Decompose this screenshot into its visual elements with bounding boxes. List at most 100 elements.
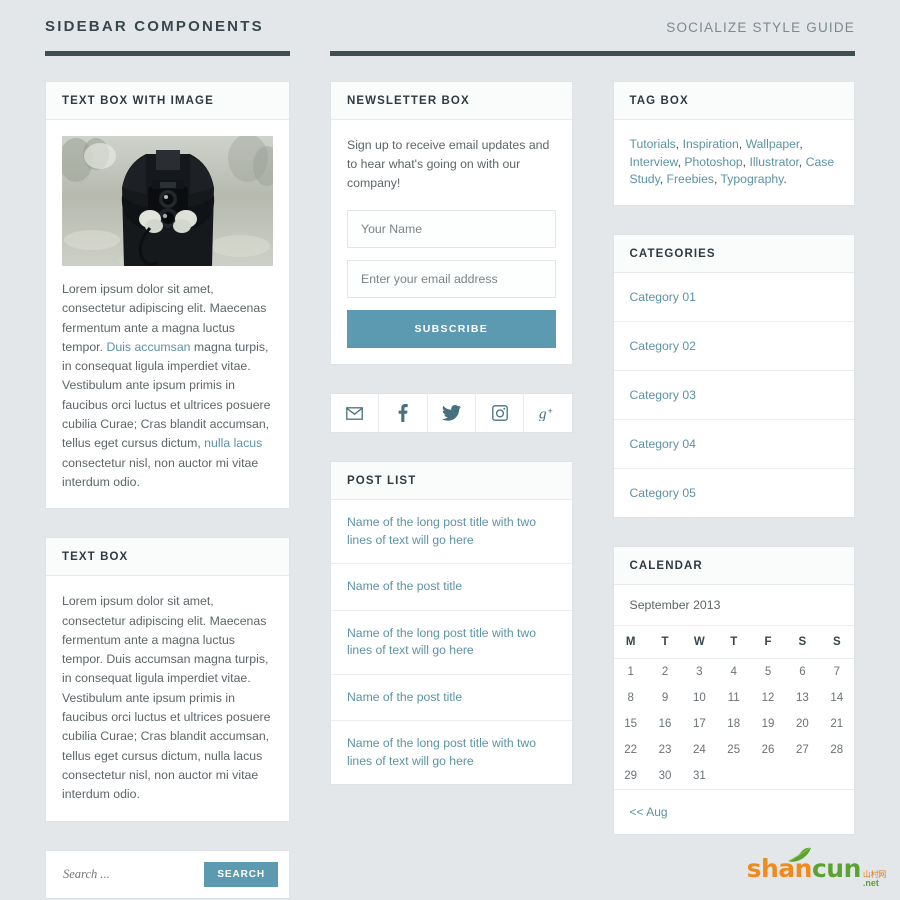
card-header: TAG BOX xyxy=(613,82,854,120)
calendar-day[interactable]: 18 xyxy=(717,711,751,737)
list-item: Category 02 xyxy=(613,322,854,371)
calendar-day[interactable]: 21 xyxy=(820,711,854,737)
category-link[interactable]: Category 04 xyxy=(630,437,696,451)
calendar-day[interactable]: 3 xyxy=(682,658,716,685)
calendar-day[interactable]: 29 xyxy=(614,763,648,789)
newsletter-description: Sign up to receive email updates and to … xyxy=(347,138,550,190)
calendar-day[interactable]: 1 xyxy=(614,658,648,685)
weekday-header: W xyxy=(682,625,717,659)
calendar-day[interactable]: 12 xyxy=(751,685,785,711)
calendar-day[interactable]: 15 xyxy=(614,711,648,737)
calendar-day-empty xyxy=(820,763,854,789)
calendar-day[interactable]: 22 xyxy=(614,737,648,763)
calendar-table: M T W T F S S 1 2 3 4 5 6 7 8 9 10 11 12… xyxy=(613,625,855,789)
calendar-day[interactable]: 13 xyxy=(785,685,819,711)
search-input[interactable] xyxy=(57,865,205,883)
card-title: TEXT BOX xyxy=(62,551,129,564)
social-link-google-plus[interactable]: g + xyxy=(524,394,571,432)
social-link-email[interactable] xyxy=(331,394,380,432)
tag-link[interactable]: Illustrator xyxy=(749,155,798,169)
calendar-day[interactable]: 23 xyxy=(648,737,682,763)
calendar-day[interactable]: 26 xyxy=(751,737,785,763)
calendar-day[interactable]: 27 xyxy=(785,737,819,763)
page-root: SIDEBAR COMPONENTS SOCIALIZE STYLE GUIDE… xyxy=(0,0,900,900)
card-header: TEXT BOX xyxy=(46,538,289,577)
card-categories: CATEGORIES Category 01 Category 02 Categ… xyxy=(612,233,855,518)
category-link[interactable]: Category 02 xyxy=(630,339,696,353)
calendar-day[interactable]: 19 xyxy=(751,711,785,737)
calendar-day[interactable]: 16 xyxy=(648,711,682,737)
card-title: TEXT BOX WITH IMAGE xyxy=(62,95,214,107)
page-title: SIDEBAR COMPONENTS xyxy=(45,18,264,35)
google-plus-icon: g + xyxy=(539,406,557,421)
weekday-header: T xyxy=(647,625,683,659)
list-item: Name of the post title xyxy=(331,564,572,611)
calendar-day[interactable]: 11 xyxy=(717,685,751,711)
card-body: Lorem ipsum dolor sit amet, consectetur … xyxy=(46,576,289,820)
post-link[interactable]: Name of the long post title with two lin… xyxy=(347,514,556,549)
calendar-day[interactable]: 20 xyxy=(785,711,819,737)
paragraph-part-2: magna turpis, in consequat ligula imperd… xyxy=(62,339,271,451)
category-link[interactable]: Category 01 xyxy=(630,290,696,304)
social-link-facebook[interactable] xyxy=(379,394,428,432)
tag-link[interactable]: Photoshop xyxy=(684,155,742,169)
category-link[interactable]: Category 05 xyxy=(630,486,696,500)
calendar-day[interactable]: 17 xyxy=(682,711,716,737)
tag-cloud: Tutorials, Inspiration, Wallpaper, Inter… xyxy=(629,137,835,186)
calendar-prev-month-link[interactable]: << Aug xyxy=(630,805,668,819)
calendar-week-row: 22 23 24 25 26 27 28 xyxy=(614,737,855,763)
calendar-day[interactable]: 2 xyxy=(648,658,682,685)
card-body: Lorem ipsum dolor sit amet, consectetur … xyxy=(46,120,289,508)
tag-link[interactable]: Tutorials xyxy=(630,137,676,151)
calendar-day[interactable]: 30 xyxy=(648,763,682,789)
header-rule-gap xyxy=(290,51,330,56)
post-link[interactable]: Name of the post title xyxy=(347,689,556,707)
newsletter-name-input[interactable] xyxy=(347,210,556,248)
social-link-instagram[interactable] xyxy=(476,394,525,432)
inline-link-duis-accumsan[interactable]: Duis accumsan xyxy=(106,340,190,354)
card-title: CATEGORIES xyxy=(629,247,716,260)
calendar-day[interactable]: 8 xyxy=(614,685,648,711)
social-link-twitter[interactable] xyxy=(428,394,476,432)
email-icon xyxy=(346,406,363,420)
post-link[interactable]: Name of the long post title with two lin… xyxy=(347,625,556,660)
post-link[interactable]: Name of the long post title with two lin… xyxy=(347,735,556,770)
calendar-day-empty xyxy=(717,763,751,789)
card-header: CATEGORIES xyxy=(613,234,854,273)
calendar-day[interactable]: 24 xyxy=(682,737,716,763)
text-box-paragraph: Lorem ipsum dolor sit amet, consectetur … xyxy=(62,594,271,802)
calendar-day[interactable]: 9 xyxy=(648,685,682,711)
column-left: TEXT BOX WITH IMAGE Lorem ipsum dolor si… xyxy=(45,81,290,899)
calendar-day[interactable]: 31 xyxy=(682,763,716,789)
tag-link[interactable]: Interview xyxy=(630,155,678,169)
twitter-icon xyxy=(441,405,461,421)
calendar-day[interactable]: 5 xyxy=(751,658,785,685)
svg-text:+: + xyxy=(547,406,552,416)
calendar-day[interactable]: 28 xyxy=(820,737,854,763)
inline-link-nulla-lacus[interactable]: nulla lacus xyxy=(204,436,262,450)
tag-link[interactable]: Inspiration xyxy=(683,137,739,151)
subscribe-button[interactable]: SUBSCRIBE xyxy=(347,310,556,348)
calendar-day[interactable]: 10 xyxy=(682,685,716,711)
calendar-day[interactable]: 6 xyxy=(785,658,819,685)
tag-link[interactable]: Freebies xyxy=(667,172,714,186)
card-calendar: CALENDAR September 2013 M T W T F S S 1 … xyxy=(612,545,855,835)
search-button[interactable]: SEARCH xyxy=(204,861,278,887)
calendar-week-row: 15 16 17 18 19 20 21 xyxy=(614,711,855,737)
watermark: shan cun 山村网 .net xyxy=(747,847,886,888)
page-header: SIDEBAR COMPONENTS SOCIALIZE STYLE GUIDE xyxy=(0,0,900,51)
post-link[interactable]: Name of the post title xyxy=(347,578,556,596)
card-title: CALENDAR xyxy=(629,559,703,572)
column-right: TAG BOX Tutorials, Inspiration, Wallpape… xyxy=(612,81,855,863)
calendar-day[interactable]: 4 xyxy=(717,658,751,685)
calendar-day[interactable]: 14 xyxy=(820,685,854,711)
calendar-day[interactable]: 25 xyxy=(717,737,751,763)
card-header: CALENDAR xyxy=(613,546,854,585)
category-link[interactable]: Category 03 xyxy=(630,388,696,402)
tag-link[interactable]: Wallpaper xyxy=(746,137,800,151)
tag-link[interactable]: Typography xyxy=(721,172,784,186)
newsletter-email-input[interactable] xyxy=(347,260,556,298)
calendar-day[interactable]: 7 xyxy=(820,658,854,685)
card-body: Tutorials, Inspiration, Wallpaper, Inter… xyxy=(614,120,855,205)
categories-items: Category 01 Category 02 Category 03 Cate… xyxy=(613,273,854,517)
